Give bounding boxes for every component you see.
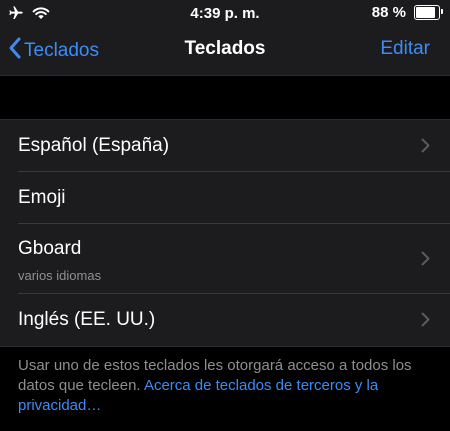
status-bar: 4:39 p. m. 88 % [0, 0, 450, 30]
navigation-bar: Teclados Teclados Editar [0, 30, 450, 76]
back-button[interactable]: Teclados [8, 36, 99, 66]
battery-icon [414, 5, 443, 20]
chevron-right-icon [421, 251, 430, 271]
list-item-subtitle: varios idiomas [18, 268, 102, 283]
list-item-emoji[interactable]: Emoji [0, 172, 450, 224]
list-item-label: Inglés (EE. UU.) [18, 309, 156, 330]
chevron-right-icon [421, 312, 430, 332]
list-item-ingles[interactable]: Inglés (EE. UU.) [0, 294, 450, 346]
list-item-espanol[interactable]: Español (España) [0, 120, 450, 172]
list-item-gboard[interactable]: Gboard varios idiomas [0, 224, 450, 294]
battery-percentage: 88 % [371, 4, 406, 21]
footer-note: Usar uno de estos teclados les otorgará … [18, 356, 438, 416]
chevron-left-icon [8, 36, 22, 66]
status-right: 88 % [371, 4, 443, 21]
back-button-label: Teclados [24, 40, 99, 61]
list-item-label: Emoji [18, 187, 66, 208]
keyboards-list: Español (España) Emoji Gboard varios idi… [0, 119, 450, 347]
edit-button[interactable]: Editar [380, 38, 430, 60]
list-item-label: Español (España) [18, 135, 170, 156]
battery-level [416, 7, 436, 18]
chevron-right-icon [421, 138, 430, 158]
battery-cap [441, 9, 443, 14]
list-item-label: Gboard [18, 238, 82, 259]
